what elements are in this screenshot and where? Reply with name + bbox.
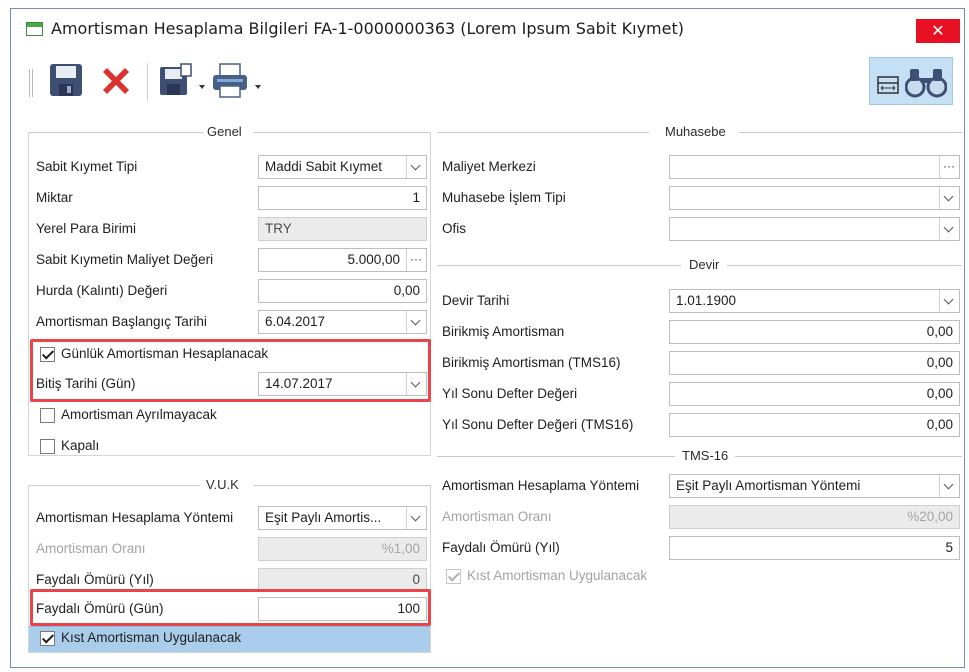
amortisman-ayrilmayacak-checkbox[interactable] [40,408,55,423]
miktar-input[interactable]: 1 [258,186,427,210]
yil-sonu-defter-degeri-tms16-input[interactable]: 0,00 [669,413,960,437]
baslangic-tarihi-input[interactable]: 6.04.2017 [258,310,427,334]
tms16-kist-amortisman-label[interactable]: Kıst Amortisman Uygulanacak [467,568,647,584]
close-button[interactable]: ✕ [916,19,960,43]
tms16-hesaplama-yontemi-select[interactable]: Eşit Paylı Amortisman Yöntemi [669,474,960,498]
maliyet-degeri-label: Sabit Kıymetin Maliyet Değeri [36,252,214,267]
yil-sonu-defter-degeri-label: Yıl Sonu Defter Değeri [442,386,578,401]
maliyet-merkezi-ellipsis-button[interactable]: ··· [939,156,959,178]
chevron-down-icon [410,160,421,171]
birikmis-amortisman-tms16-input[interactable]: 0,00 [669,351,960,375]
delete-icon[interactable] [98,63,134,99]
highlight-gunluk-amortisman [30,339,431,402]
yerel-para-birimi-field: TRY [258,217,427,241]
tms16-faydali-omru-yil-label: Faydalı Ömürü (Yıl) [442,540,560,555]
maliyet-degeri-ellipsis-button[interactable]: ··· [406,249,426,271]
hurda-degeri-label: Hurda (Kalıntı) Değeri [36,283,168,298]
maliyet-merkezi-label: Maliyet Merkezi [442,159,536,174]
amortisman-ayrilmayacak-label[interactable]: Amortisman Ayrılmayacak [61,407,217,423]
ellipsis-icon: ··· [943,159,955,173]
group-devir-title: Devir [437,257,962,273]
toolbar-grip [29,69,33,97]
yil-sonu-defter-degeri-input[interactable]: 0,00 [669,382,960,406]
devir-tarihi-label: Devir Tarihi [442,293,510,308]
kapali-checkbox[interactable] [40,439,55,454]
yerel-para-birimi-label: Yerel Para Birimi [36,221,137,236]
tms16-title-text: TMS-16 [682,448,729,463]
vuk-amortisman-orani-field: %1,00 [258,537,427,561]
tms16-hesaplama-yontemi-label: Amortisman Hesaplama Yöntemi [442,478,640,493]
islem-tipi-select[interactable] [669,186,960,210]
sabit-kiymet-tipi-select[interactable]: Maddi Sabit Kıymet [258,155,427,179]
window-icon [26,22,43,36]
group-muhasebe-title: Muhasebe [437,124,962,140]
chevron-down-icon [943,294,954,305]
vuk-hesaplama-yontemi-select[interactable]: Eşit Paylı Amortis... [258,506,427,530]
title-bar: Amortisman Hesaplama Bilgileri FA-1-0000… [11,9,964,49]
ellipsis-icon: ··· [410,252,422,266]
toolbar-separator [147,63,148,101]
devir-title-text: Devir [689,257,720,272]
save-icon[interactable] [49,63,83,97]
tms16-amortisman-orani-label: Amortisman Oranı [442,509,552,524]
islem-tipi-dropdown-button[interactable] [939,187,959,209]
yil-sonu-defter-degeri-tms16-label: Yıl Sonu Defter Değeri (TMS16) [442,417,634,432]
form-area: Genel Sabit Kıymet Tipi Maddi Sabit Kıym… [28,113,963,666]
baslangic-tarihi-label: Amortisman Başlangıç Tarihi [36,314,207,329]
save-as-icon[interactable] [159,63,193,97]
maliyet-degeri-input[interactable]: 5.000,00 ··· [258,248,427,272]
sabit-kiymet-tipi-label: Sabit Kıymet Tipi [36,159,138,174]
layout-icon[interactable] [877,75,899,95]
vuk-amortisman-orani-label: Amortisman Oranı [36,541,146,556]
hurda-degeri-input[interactable]: 0,00 [258,279,427,303]
print-icon[interactable] [211,63,249,99]
print-dropdown-icon[interactable] [255,85,261,89]
vuk-kist-amortisman-label[interactable]: Kıst Amortisman Uygulanacak [61,630,241,646]
ofis-select[interactable] [669,217,960,241]
devir-tarihi-input[interactable]: 1.01.1900 [669,289,960,313]
birikmis-amortisman-label: Birikmiş Amortisman [442,324,565,339]
tms16-hesaplama-yontemi-dropdown-button[interactable] [939,475,959,497]
chevron-down-icon [410,511,421,522]
sabit-kiymet-tipi-dropdown-button[interactable] [406,156,426,178]
baslangic-tarihi-dropdown-button[interactable] [406,311,426,333]
birikmis-amortisman-tms16-label: Birikmiş Amortisman (TMS16) [442,355,621,370]
islem-tipi-label: Muhasebe İşlem Tipi [442,190,566,205]
vuk-faydali-omru-yil-label: Faydalı Ömürü (Yıl) [36,572,154,587]
find-icon[interactable] [905,65,947,99]
ofis-dropdown-button[interactable] [939,218,959,240]
chevron-down-icon [943,191,954,202]
highlight-faydali-omru-gun [30,589,431,626]
miktar-label: Miktar [36,190,73,205]
chevron-down-icon [943,479,954,490]
birikmis-amortisman-input[interactable]: 0,00 [669,320,960,344]
ofis-label: Ofis [442,221,467,236]
window-title: Amortisman Hesaplama Bilgileri FA-1-0000… [51,19,684,38]
vuk-kist-amortisman-checkbox[interactable] [40,631,55,646]
chevron-down-icon [410,315,421,326]
tms16-faydali-omru-yil-input[interactable]: 5 [669,536,960,560]
kapali-label[interactable]: Kapalı [61,438,99,454]
chevron-down-icon [943,222,954,233]
save-as-dropdown-icon[interactable] [199,85,205,89]
vuk-hesaplama-yontemi-dropdown-button[interactable] [406,507,426,529]
vuk-hesaplama-yontemi-label: Amortisman Hesaplama Yöntemi [36,510,234,525]
tms16-kist-amortisman-checkbox[interactable] [446,569,461,584]
group-tms16-title: TMS-16 [437,448,962,464]
maliyet-merkezi-input[interactable]: ··· [669,155,960,179]
tms16-amortisman-orani-field: %20,00 [669,505,960,529]
muhasebe-title-text: Muhasebe [665,124,726,139]
dialog-window: Amortisman Hesaplama Bilgileri FA-1-0000… [10,8,965,668]
devir-tarihi-dropdown-button[interactable] [939,290,959,312]
toolbar [21,53,956,109]
